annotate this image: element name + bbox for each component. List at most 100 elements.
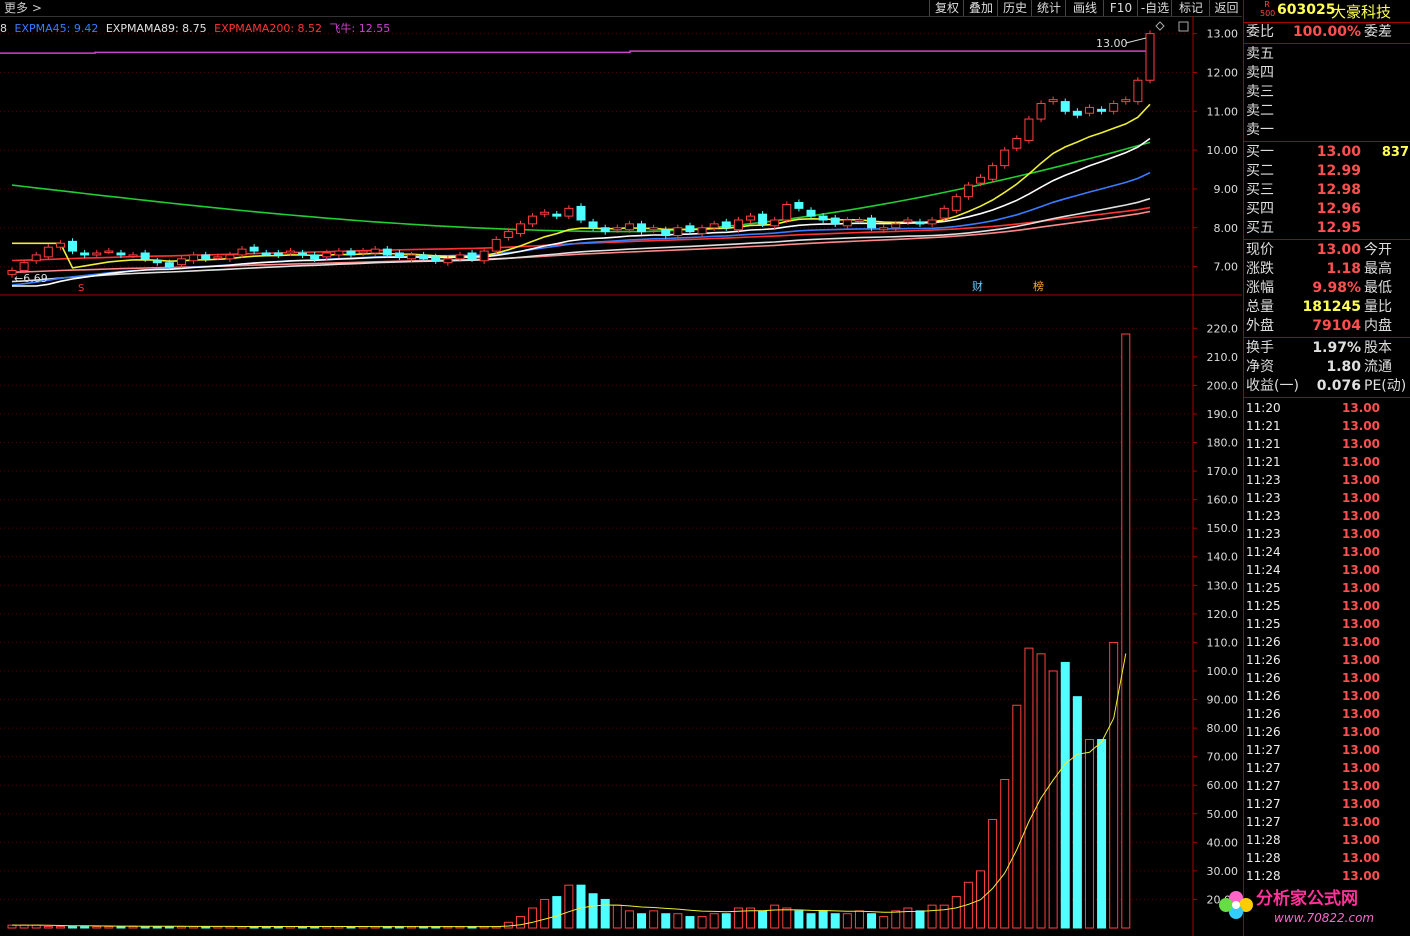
candle-body bbox=[189, 254, 199, 262]
tick-row-25: 11:28 13.00 bbox=[1244, 849, 1410, 867]
tick-price: 13.00 bbox=[1342, 833, 1380, 847]
candle-body bbox=[334, 250, 344, 256]
more-label: 更多 bbox=[4, 1, 29, 15]
tick-price: 13.00 bbox=[1342, 797, 1380, 811]
buy-row-3-label: 买四 bbox=[1246, 201, 1274, 217]
sell-row-4-label: 卖一 bbox=[1246, 122, 1274, 138]
tick-price: 13.00 bbox=[1342, 725, 1380, 739]
candle-body bbox=[624, 223, 634, 231]
toolbar-button-6[interactable]: -自选 bbox=[1137, 0, 1172, 16]
volume-bar bbox=[1024, 647, 1034, 929]
candle-body bbox=[43, 246, 53, 258]
candle-body bbox=[382, 248, 392, 256]
volume-tick-label: 90.00 bbox=[1207, 694, 1239, 707]
candle-body bbox=[988, 165, 998, 180]
volume-tick-label: 70.00 bbox=[1207, 751, 1239, 764]
candle-body bbox=[419, 254, 429, 260]
sell-row-1: 卖四 bbox=[1244, 64, 1410, 83]
buy-row-3-value: 12.96 bbox=[1316, 201, 1361, 217]
badge-top: R bbox=[1264, 0, 1270, 9]
candle-body bbox=[830, 217, 840, 225]
webi-row-label: 委比 bbox=[1246, 24, 1274, 40]
buy-row-0-value: 13.00 bbox=[1316, 144, 1361, 160]
stat-row-1: 涨跌 1.18 最高 bbox=[1244, 260, 1410, 279]
s-marker: S bbox=[78, 283, 84, 294]
buy-row-2-value: 12.98 bbox=[1316, 182, 1361, 198]
candle-body bbox=[443, 258, 453, 264]
tick-price: 13.00 bbox=[1342, 815, 1380, 829]
tick-price: 13.00 bbox=[1342, 761, 1380, 775]
volume-bar bbox=[673, 913, 683, 929]
price-tick-label: 7.00 bbox=[1214, 261, 1239, 274]
candle-body bbox=[346, 250, 356, 256]
volume-bar bbox=[116, 926, 126, 929]
candle-body bbox=[479, 250, 489, 262]
volume-bar bbox=[1097, 739, 1107, 929]
toolbar-button-4[interactable]: 画线 bbox=[1065, 0, 1104, 16]
volume-bar bbox=[1000, 778, 1010, 929]
tick-time: 11:26 bbox=[1246, 725, 1281, 739]
stat-row-3-value: 181245 bbox=[1302, 299, 1361, 315]
stat2-row-2: 收益(一) 0.076 PE(动) bbox=[1244, 377, 1410, 396]
tick-price: 13.00 bbox=[1342, 545, 1380, 559]
tick-row-8: 11:24 13.00 bbox=[1244, 543, 1410, 561]
toolbar-button-3[interactable]: 统计 bbox=[1031, 0, 1066, 16]
sell-row-2: 卖三 bbox=[1244, 83, 1410, 102]
candle-body bbox=[407, 254, 417, 260]
sell-row-3: 卖二 bbox=[1244, 102, 1410, 121]
tick-row-2: 11:21 13.00 bbox=[1244, 435, 1410, 453]
tick-row-3: 11:21 13.00 bbox=[1244, 453, 1410, 471]
candle-body bbox=[564, 207, 574, 217]
tick-row-23: 11:27 13.00 bbox=[1244, 813, 1410, 831]
candle-body bbox=[1133, 79, 1143, 103]
candle-body bbox=[576, 205, 586, 221]
candle-body bbox=[1000, 149, 1010, 167]
toolbar-button-0[interactable]: 复权 bbox=[929, 0, 964, 16]
panel-toggle-icon bbox=[1178, 21, 1189, 32]
candle-body bbox=[237, 248, 247, 256]
tick-time: 11:23 bbox=[1246, 527, 1281, 541]
stat2-row-1: 净资 1.80 流通 bbox=[1244, 358, 1410, 377]
toolbar-button-7[interactable]: 标记 bbox=[1171, 0, 1210, 16]
candle-body bbox=[794, 202, 804, 209]
volume-bar bbox=[842, 913, 852, 929]
index-badge: R 500 bbox=[1260, 0, 1275, 18]
tick-price: 13.00 bbox=[1342, 509, 1380, 523]
candle-body bbox=[176, 258, 186, 266]
toolbar-button-5[interactable]: F10 bbox=[1103, 0, 1138, 16]
tick-time: 11:26 bbox=[1246, 671, 1281, 685]
stat-row-3-label: 总量 bbox=[1246, 299, 1274, 315]
candle-body bbox=[503, 231, 513, 238]
candle-body bbox=[467, 252, 477, 260]
more-menu-button[interactable]: 更多 > bbox=[4, 0, 42, 16]
candle-body bbox=[1084, 106, 1094, 114]
candle-body bbox=[455, 254, 465, 260]
buy-row-1: 买二 12.99 bbox=[1244, 162, 1410, 181]
candle-body bbox=[637, 223, 647, 233]
candle-body bbox=[939, 207, 949, 219]
tick-time: 11:27 bbox=[1246, 815, 1281, 829]
volume-tick-label: 160.0 bbox=[1207, 494, 1239, 507]
candle-body bbox=[140, 252, 150, 260]
candle-body bbox=[673, 227, 683, 237]
tick-price: 13.00 bbox=[1342, 779, 1380, 793]
stat-row-1-value: 1.18 bbox=[1326, 261, 1361, 277]
candle-body bbox=[491, 238, 501, 252]
volume-bar bbox=[1109, 641, 1119, 929]
stat-row-0: 现价 13.00 今开 bbox=[1244, 241, 1410, 260]
tick-price: 13.00 bbox=[1342, 635, 1380, 649]
toolbar-button-2[interactable]: 历史 bbox=[997, 0, 1032, 16]
volume-bar bbox=[515, 916, 525, 929]
tick-price: 13.00 bbox=[1342, 527, 1380, 541]
candle-body bbox=[1048, 99, 1058, 103]
buy-row-2: 买三 12.98 bbox=[1244, 181, 1410, 200]
ranking-marker: 榜 bbox=[1033, 279, 1044, 293]
toolbar-button-8[interactable]: 返回 bbox=[1209, 0, 1243, 16]
toolbar-button-1[interactable]: 叠加 bbox=[963, 0, 998, 16]
price-tick-label: 8.00 bbox=[1214, 222, 1239, 235]
candle-body bbox=[515, 223, 525, 235]
chart-area[interactable]: 13.00 12.00 11.00 10.00 9.00 8.00 7.00 13.00 ←6.… bbox=[0, 16, 1242, 936]
volume-bar bbox=[612, 904, 622, 929]
tick-price: 13.00 bbox=[1342, 491, 1380, 505]
volume-tick-label: 140.0 bbox=[1207, 551, 1239, 564]
